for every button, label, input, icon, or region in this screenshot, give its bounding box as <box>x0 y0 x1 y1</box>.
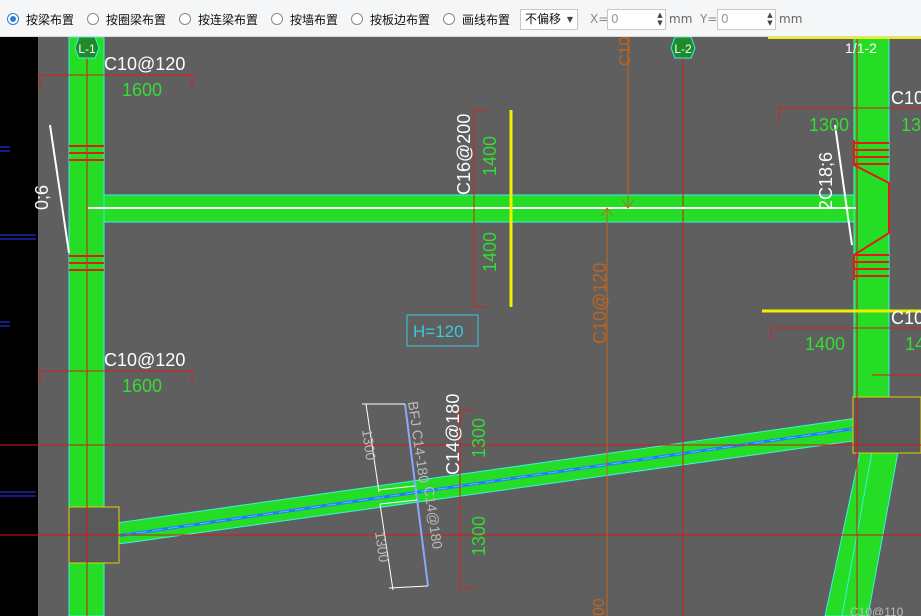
length-label-v1: 1400 <box>480 136 500 176</box>
length-label-mid: 1600 <box>122 376 162 396</box>
length-label-right-top-2: 130 <box>901 115 921 135</box>
rebar-label-center-top: C10 <box>617 37 634 66</box>
y-value: 0 <box>721 12 729 26</box>
length-label-right-mid: 1400 <box>805 334 845 354</box>
dim-line <box>388 585 429 589</box>
rebar-label-c14: C14@180 <box>443 394 463 475</box>
y-label: Y= <box>700 12 718 26</box>
option-label: 画线布置 <box>462 12 511 27</box>
radio-icon[interactable] <box>179 13 191 25</box>
option-by-coupling-beam[interactable]: 按连梁布置 <box>179 11 258 27</box>
x-label: X= <box>590 12 609 26</box>
rebar-label-bottom-right: C10@110 <box>850 605 904 616</box>
cad-drawing[interactable]: L-1 L-2 1/1-2 C10@120 1600 C10@120 1600 … <box>0 37 921 616</box>
slab-thickness-label: H=120 <box>413 322 464 341</box>
rebar-label-bottom-cut: 00 <box>591 598 608 616</box>
rebar-label-right-top: C10 <box>891 88 921 108</box>
rebar-label-vert: C16@200 <box>454 114 474 195</box>
x-offset-input[interactable]: 0 ▲ ▼ <box>607 9 666 30</box>
length-label-d4: 1300 <box>469 516 489 556</box>
spinner-icon[interactable]: ▲ ▼ <box>656 11 664 28</box>
radio-icon[interactable] <box>271 13 283 25</box>
x-unit: mm <box>669 12 693 26</box>
y-offset-input[interactable]: 0 ▲ ▼ <box>717 9 776 30</box>
layout-toolbar: 按梁布置 按圈梁布置 按连梁布置 按墙布置 按板边布置 画线布置 不偏移 ▼ X… <box>0 0 921 37</box>
offset-value: 不偏移 <box>525 12 562 26</box>
radio-icon[interactable] <box>87 13 99 25</box>
option-label: 按梁布置 <box>26 12 75 27</box>
length-label-right-mid-2: 14 <box>905 334 921 354</box>
rebar-label-center: C10@120 <box>590 263 610 344</box>
leader-line-left <box>49 124 70 254</box>
option-by-ring-beam[interactable]: 按圈梁布置 <box>87 11 166 27</box>
option-by-beam[interactable]: 按梁布置 <box>7 11 74 27</box>
beam-side-label: 0;6 <box>32 185 52 210</box>
offset-dropdown[interactable]: 不偏移 ▼ <box>520 9 578 30</box>
x-value: 0 <box>611 12 619 26</box>
option-label: 按板边布置 <box>370 12 431 27</box>
length-label-top: 1600 <box>122 80 162 100</box>
length-label-d1: 1300 <box>359 428 379 461</box>
axis-label-right: 1/1-2 <box>845 40 877 56</box>
axis-label-left: L-1 <box>78 42 96 56</box>
axis-label-middle: L-2 <box>674 42 692 56</box>
option-label: 按连梁布置 <box>198 12 259 27</box>
option-label: 按墙布置 <box>290 12 339 27</box>
length-label-v2: 1400 <box>480 232 500 272</box>
y-unit: mm <box>779 12 803 26</box>
rebar-label-mid: C10@120 <box>104 350 185 370</box>
option-by-wall[interactable]: 按墙布置 <box>271 11 338 27</box>
radio-icon[interactable] <box>443 13 455 25</box>
rebar-line-right-mid <box>770 327 921 340</box>
chevron-down-icon: ▼ <box>566 15 573 24</box>
option-by-slab-edge[interactable]: 按板边布置 <box>351 11 430 27</box>
option-draw-line[interactable]: 画线布置 <box>443 11 510 27</box>
drawing-canvas[interactable]: L-1 L-2 1/1-2 C10@120 1600 C10@120 1600 … <box>0 37 921 616</box>
rebar-line-mid <box>39 370 193 383</box>
leader-line-right <box>834 124 853 246</box>
length-label-d3: 1300 <box>469 418 489 458</box>
rebar-label-right-mid: C10 <box>891 308 921 328</box>
beam-vertical-right[interactable] <box>853 37 890 398</box>
rebar-line-right-top <box>778 107 921 122</box>
option-label: 按圈梁布置 <box>106 12 167 27</box>
axis-bubbles: L-1 L-2 1/1-2 <box>74 37 877 59</box>
beam-right-label: 2C18;6 <box>816 152 836 210</box>
radio-icon[interactable] <box>7 13 19 25</box>
rebar-label-top: C10@120 <box>104 54 185 74</box>
rebar-line-top <box>39 74 193 88</box>
length-label-right-top: 1300 <box>809 115 849 135</box>
spinner-icon[interactable]: ▲ ▼ <box>766 11 774 28</box>
length-label-d2: 1300 <box>372 530 392 563</box>
radio-icon[interactable] <box>351 13 363 25</box>
